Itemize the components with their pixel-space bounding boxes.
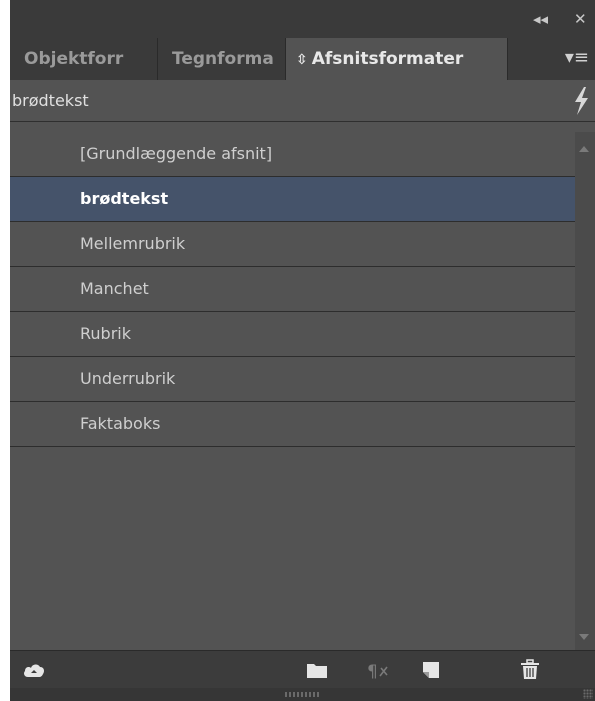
- tab-label: Tegnforma: [172, 49, 274, 69]
- lightning-icon[interactable]: [571, 86, 591, 116]
- clear-overrides-icon[interactable]: ¶: [366, 658, 390, 682]
- svg-text:¶: ¶: [367, 662, 378, 682]
- list-item[interactable]: Faktaboks: [10, 402, 575, 447]
- list-item-label: Manchet: [80, 279, 149, 298]
- chevron-updown-icon: ⇳: [296, 52, 308, 68]
- list-item[interactable]: Underrubrik: [10, 357, 575, 402]
- list-item-label: Faktaboks: [80, 414, 161, 433]
- tab-label: Objektforr: [24, 49, 124, 69]
- list-item[interactable]: Rubrik: [10, 312, 575, 357]
- cloud-library-icon[interactable]: [22, 658, 46, 682]
- resize-grip[interactable]: [285, 692, 319, 697]
- panel-tabs: Objektforr Tegnforma ⇳ Afsnitsformater ▾≡: [10, 38, 595, 80]
- list-item[interactable]: [Grundlæggende afsnit]: [10, 132, 575, 177]
- folder-icon[interactable]: [305, 658, 329, 682]
- trash-icon[interactable]: [518, 658, 542, 682]
- tab-label: Afsnitsformater: [311, 49, 464, 69]
- list-item[interactable]: Mellemrubrik: [10, 222, 575, 267]
- scroll-down-arrow-icon[interactable]: [579, 634, 589, 640]
- list-item-label: brødtekst: [80, 189, 169, 208]
- panel-toolbar: ¶: [10, 650, 595, 688]
- style-list: [Grundlæggende afsnit] brødtekst Mellemr…: [10, 132, 575, 650]
- panel-menu-icon[interactable]: ▾≡: [565, 48, 589, 68]
- list-item[interactable]: brødtekst: [10, 177, 575, 222]
- collapse-panel-icon[interactable]: ◂◂: [533, 10, 548, 28]
- close-panel-icon[interactable]: ✕: [574, 10, 587, 28]
- tab-character-styles[interactable]: Tegnforma: [158, 38, 286, 80]
- new-style-icon[interactable]: [419, 658, 443, 682]
- panel-footer: [10, 688, 595, 701]
- paragraph-styles-panel: ◂◂ ✕ Objektforr Tegnforma ⇳ Afsnitsformat…: [10, 0, 595, 701]
- tab-paragraph-styles[interactable]: ⇳ Afsnitsformater: [286, 38, 508, 80]
- scroll-up-arrow-icon[interactable]: [579, 146, 589, 152]
- current-style-bar: brødtekst: [10, 80, 595, 122]
- list-item-label: [Grundlæggende afsnit]: [80, 144, 273, 163]
- list-item[interactable]: Manchet: [10, 267, 575, 312]
- tab-object-styles[interactable]: Objektforr: [10, 38, 158, 80]
- current-style-name: brødtekst: [12, 91, 89, 110]
- scrollbar[interactable]: [575, 132, 595, 650]
- list-item-label: Underrubrik: [80, 369, 176, 388]
- list-item-label: Rubrik: [80, 324, 131, 343]
- panel-title-bar: ◂◂ ✕: [10, 0, 595, 38]
- list-item-label: Mellemrubrik: [80, 234, 186, 253]
- corner-resize-grip[interactable]: [583, 689, 593, 699]
